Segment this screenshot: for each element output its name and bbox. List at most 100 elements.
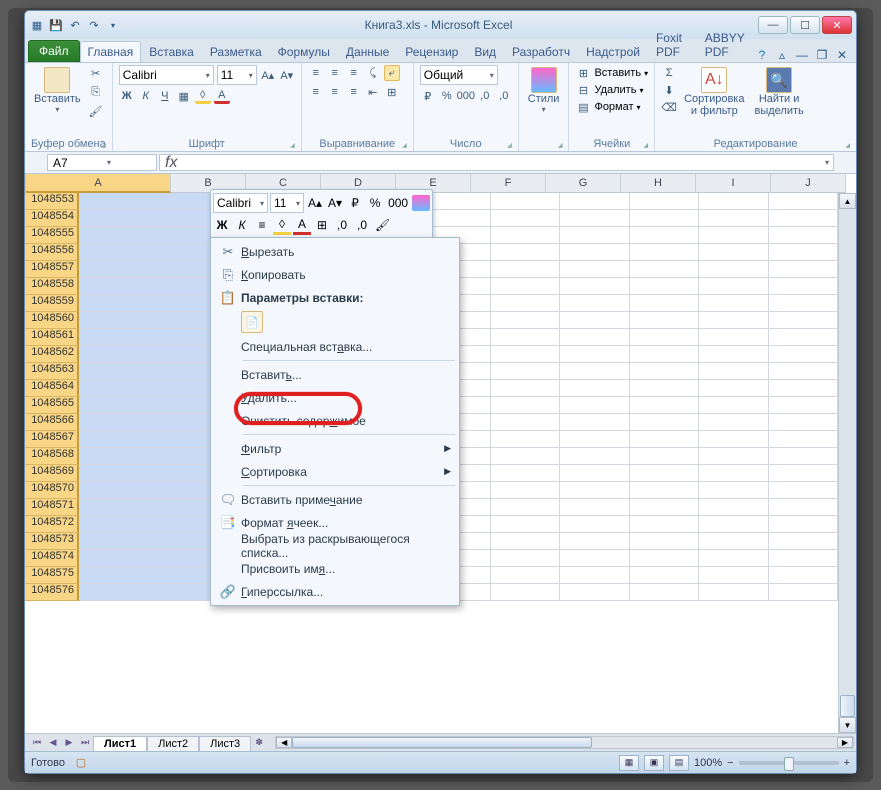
cell[interactable] <box>79 278 213 295</box>
cell[interactable] <box>79 329 213 346</box>
cell[interactable] <box>491 329 560 346</box>
row-header[interactable]: 1048557 <box>25 261 79 278</box>
scroll-up-icon[interactable]: ▲ <box>839 193 856 209</box>
percent-icon[interactable]: % <box>439 88 455 104</box>
cell[interactable] <box>491 295 560 312</box>
cell[interactable] <box>491 533 560 550</box>
cell[interactable] <box>630 550 699 567</box>
qat-dropdown-icon[interactable]: ▾ <box>105 17 121 33</box>
insert-cells-icon[interactable]: ⊞ <box>575 65 591 81</box>
column-header[interactable]: J <box>771 174 846 193</box>
cell[interactable] <box>769 244 838 261</box>
cell[interactable] <box>560 516 629 533</box>
cell[interactable] <box>769 550 838 567</box>
scroll-right-icon[interactable]: ▶ <box>837 737 853 748</box>
cell[interactable] <box>560 261 629 278</box>
file-tab[interactable]: Файл <box>28 40 80 62</box>
cell[interactable] <box>769 448 838 465</box>
mini-format-painter-icon[interactable]: 🖌 <box>373 215 392 235</box>
cell[interactable] <box>79 346 213 363</box>
cell[interactable] <box>79 244 213 261</box>
clear-icon[interactable]: ⌫ <box>661 99 677 115</box>
zoom-in-icon[interactable]: + <box>844 757 850 769</box>
cell[interactable] <box>491 261 560 278</box>
cell[interactable] <box>560 210 629 227</box>
row-header[interactable]: 1048573 <box>25 533 79 550</box>
paste-option-default[interactable]: 📄 <box>241 311 263 333</box>
mini-italic-button[interactable]: К <box>233 215 251 235</box>
cell[interactable] <box>769 482 838 499</box>
ctx-insert-comment[interactable]: 🗨Вставить примечание <box>213 488 457 511</box>
cell[interactable] <box>560 363 629 380</box>
align-middle-icon[interactable]: ≡ <box>327 65 343 81</box>
scroll-left-icon[interactable]: ◀ <box>276 737 292 748</box>
cell[interactable] <box>491 397 560 414</box>
save-icon[interactable]: 💾 <box>48 17 64 33</box>
row-header[interactable]: 1048561 <box>25 329 79 346</box>
align-right-icon[interactable]: ≡ <box>346 84 362 100</box>
row-header[interactable]: 1048575 <box>25 567 79 584</box>
mini-inc-dec-icon[interactable]: ,0 <box>333 215 351 235</box>
cell[interactable] <box>769 465 838 482</box>
cell[interactable] <box>79 533 213 550</box>
ctx-cut[interactable]: ✂Вырезать <box>213 240 457 263</box>
doc-restore-icon[interactable]: ❐ <box>814 48 830 62</box>
page-layout-view-icon[interactable]: ▣ <box>644 755 664 771</box>
scroll-down-icon[interactable]: ▼ <box>839 717 856 733</box>
column-header[interactable]: G <box>546 174 621 193</box>
mini-comma-icon[interactable]: 000 <box>386 193 410 213</box>
cell[interactable] <box>699 380 768 397</box>
cell[interactable] <box>79 431 213 448</box>
cell[interactable] <box>769 414 838 431</box>
cell[interactable] <box>630 516 699 533</box>
zoom-out-icon[interactable]: − <box>727 757 733 769</box>
format-cells-icon[interactable]: ▤ <box>575 99 591 115</box>
align-center-icon[interactable]: ≡ <box>327 84 343 100</box>
cell[interactable] <box>699 312 768 329</box>
cell[interactable] <box>630 397 699 414</box>
ctx-define-name[interactable]: Присвоить имя... <box>213 557 457 580</box>
row-header[interactable]: 1048560 <box>25 312 79 329</box>
merge-icon[interactable]: ⊞ <box>384 84 400 100</box>
cell[interactable] <box>630 193 699 210</box>
cell[interactable] <box>769 431 838 448</box>
wrap-text-icon[interactable]: ⤶ <box>384 65 400 81</box>
ribbon-minimize-icon[interactable]: ▵ <box>774 48 790 62</box>
cell[interactable] <box>699 397 768 414</box>
tab-formulas[interactable]: Формулы <box>270 41 338 62</box>
delete-cells-icon[interactable]: ⊟ <box>575 82 591 98</box>
mini-dec-dec-icon[interactable]: ,0 <box>353 215 371 235</box>
cell[interactable] <box>769 329 838 346</box>
cell[interactable] <box>630 431 699 448</box>
cell[interactable] <box>769 295 838 312</box>
format-painter-icon[interactable]: 🖌 <box>88 103 104 119</box>
cell[interactable] <box>630 533 699 550</box>
zoom-slider[interactable] <box>739 761 839 765</box>
cell[interactable] <box>491 448 560 465</box>
cell[interactable] <box>769 380 838 397</box>
cell[interactable] <box>699 482 768 499</box>
cell[interactable] <box>79 465 213 482</box>
cell[interactable] <box>560 482 629 499</box>
mini-size-combo[interactable]: 11▾ <box>270 193 304 213</box>
cell[interactable] <box>79 584 213 601</box>
cell[interactable] <box>560 227 629 244</box>
row-header[interactable]: 1048572 <box>25 516 79 533</box>
bold-button[interactable]: Ж <box>119 88 135 104</box>
ctx-paste-special[interactable]: Специальная вставка... <box>213 335 457 358</box>
tab-foxit[interactable]: Foxit PDF <box>648 27 697 62</box>
cell[interactable] <box>699 431 768 448</box>
mini-currency-icon[interactable]: ₽ <box>346 193 364 213</box>
column-header[interactable]: I <box>696 174 771 193</box>
row-header[interactable]: 1048554 <box>25 210 79 227</box>
row-header[interactable]: 1048566 <box>25 414 79 431</box>
row-header[interactable]: 1048576 <box>25 584 79 601</box>
cell[interactable] <box>699 448 768 465</box>
cell[interactable] <box>560 295 629 312</box>
row-header[interactable]: 1048562 <box>25 346 79 363</box>
cell[interactable] <box>699 244 768 261</box>
page-break-view-icon[interactable]: ▤ <box>669 755 689 771</box>
cell[interactable] <box>630 482 699 499</box>
align-top-icon[interactable]: ≡ <box>308 65 324 81</box>
sheet-nav-first-icon[interactable]: ⏮ <box>29 735 45 750</box>
